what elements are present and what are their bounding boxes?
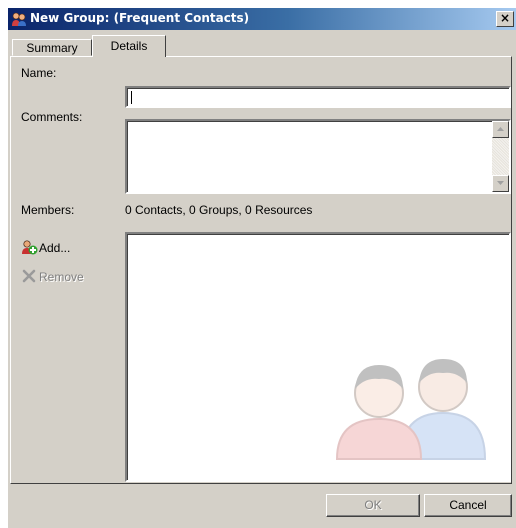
cancel-button[interactable]: Cancel <box>424 494 512 517</box>
tab-details[interactable]: Details <box>92 35 166 57</box>
tab-summary[interactable]: Summary <box>12 39 92 56</box>
group-icon <box>11 11 27 27</box>
add-member-label: Add... <box>39 241 71 255</box>
ok-label: OK <box>364 498 382 512</box>
close-button[interactable]: × <box>496 11 514 27</box>
tab-summary-label: Summary <box>26 41 78 55</box>
remove-member-label: Remove <box>39 270 84 284</box>
people-watermark-icon <box>331 331 501 464</box>
remove-x-icon <box>21 268 39 284</box>
window-title: New Group: (Frequent Contacts) <box>30 11 250 25</box>
comments-label: Comments: <box>21 110 83 124</box>
add-member-icon <box>21 239 39 255</box>
text-caret <box>131 91 132 104</box>
tab-details-label: Details <box>110 39 148 53</box>
comments-scrollbar[interactable] <box>492 121 509 192</box>
new-group-dialog: New Group: (Frequent Contacts) × Summary… <box>8 8 516 528</box>
arrow-down-icon <box>497 181 504 185</box>
members-list[interactable] <box>125 232 511 482</box>
name-field[interactable] <box>125 86 511 108</box>
scroll-down-button[interactable] <box>492 175 509 192</box>
add-member-button[interactable]: Add... <box>21 239 121 257</box>
details-panel: Name: Comments: Members: 0 Contacts, 0 G… <box>10 56 512 484</box>
scroll-up-button[interactable] <box>492 121 509 138</box>
title-bar[interactable]: New Group: (Frequent Contacts) × <box>8 8 516 30</box>
comments-field[interactable] <box>125 119 511 194</box>
members-label: Members: <box>21 203 75 217</box>
remove-member-button[interactable]: Remove <box>21 268 121 286</box>
close-icon: × <box>499 11 511 25</box>
name-label: Name: <box>21 66 57 80</box>
ok-button[interactable]: OK <box>326 494 420 517</box>
cancel-label: Cancel <box>449 498 487 512</box>
members-summary: 0 Contacts, 0 Groups, 0 Resources <box>125 203 313 217</box>
arrow-up-icon <box>497 127 504 131</box>
